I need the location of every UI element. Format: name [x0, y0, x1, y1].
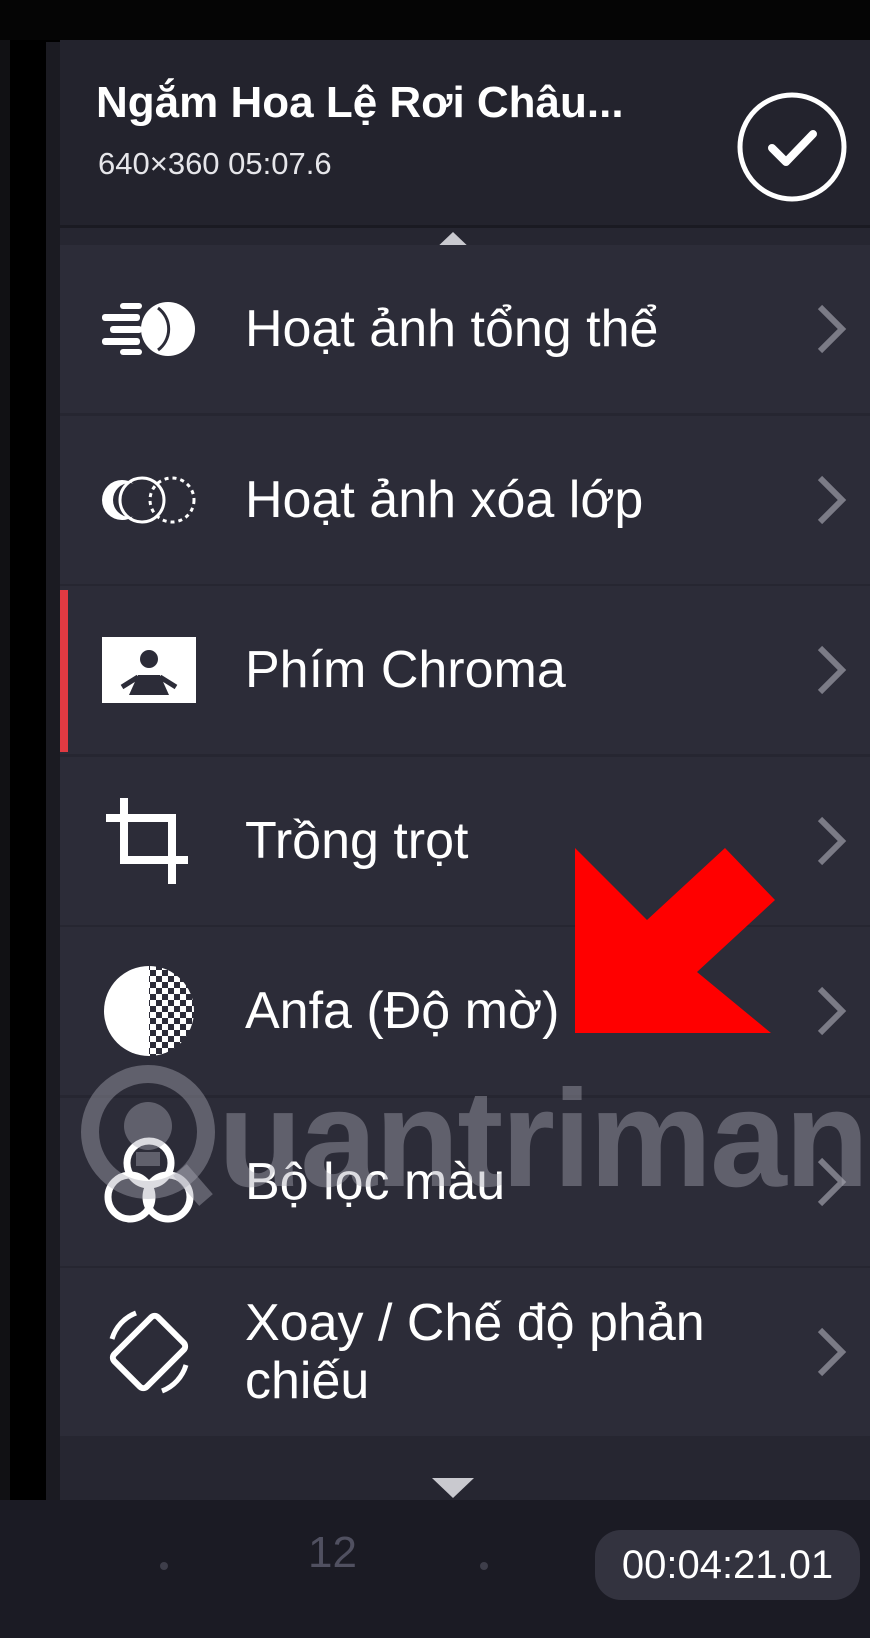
menu-item-color-filter[interactable]: Bộ lọc màu: [60, 1098, 870, 1266]
chevron-right-icon: [817, 1157, 847, 1207]
menu-item-label: Hoạt ảnh tổng thể: [245, 300, 659, 358]
menu-item-label: Trồng trọt: [245, 812, 469, 870]
clip-title: Ngắm Hoa Lệ Rơi Châu...: [96, 78, 624, 127]
chevron-right-icon: [817, 475, 847, 525]
menu-item-rotate-mirror[interactable]: Xoay / Chế độ phản chiếu: [60, 1268, 870, 1436]
clip-options-panel: Ngắm Hoa Lệ Rơi Châu... 640×360 05:07.6 …: [60, 40, 870, 1500]
menu-item-label: Xoay / Chế độ phản chiếu: [245, 1294, 705, 1410]
menu-item-label: Anfa (Độ mờ): [245, 982, 560, 1040]
preview-border: [46, 42, 60, 1502]
menu-item-label: Phím Chroma: [245, 641, 566, 699]
crop-icon: [106, 798, 188, 884]
timeline-dot: [480, 1562, 488, 1570]
menu-item-chroma-key[interactable]: Phím Chroma: [60, 586, 870, 754]
timecode-badge[interactable]: 00:04:21.01: [595, 1530, 860, 1600]
annotation-arrow: [575, 848, 775, 1033]
chevron-right-icon: [817, 645, 847, 695]
chevron-right-icon: [817, 1327, 847, 1377]
rotate-mirror-icon: [109, 1310, 189, 1394]
menu-item-global-animation[interactable]: Hoạt ảnh tổng thể: [60, 245, 870, 413]
opacity-icon: [104, 966, 194, 1056]
scroll-down-icon[interactable]: [430, 1476, 476, 1500]
chroma-key-icon: [102, 637, 196, 703]
menu-item-label: Hoạt ảnh xóa lớp: [245, 471, 644, 529]
color-filter-icon: [104, 1137, 194, 1223]
left-edge: [0, 40, 10, 1500]
clip-info: 640×360 05:07.6: [98, 146, 332, 181]
animation-icon: [102, 302, 195, 356]
timeline-dot: [160, 1562, 168, 1570]
timeline-footer: 12 00:04:21.01: [0, 1500, 870, 1638]
chevron-right-icon: [817, 816, 847, 866]
timeline-tick-label: 12: [308, 1528, 357, 1577]
chevron-right-icon: [817, 304, 847, 354]
layer-wipe-icon: [102, 476, 196, 524]
menu-item-layer-wipe[interactable]: Hoạt ảnh xóa lớp: [60, 416, 870, 584]
check-circle-icon[interactable]: [735, 90, 849, 204]
chevron-right-icon: [817, 986, 847, 1036]
panel-header: Ngắm Hoa Lệ Rơi Châu... 640×360 05:07.6: [60, 40, 870, 228]
top-bar: [0, 0, 870, 40]
video-preview: [10, 42, 46, 1502]
menu-item-label: Bộ lọc màu: [245, 1153, 506, 1211]
